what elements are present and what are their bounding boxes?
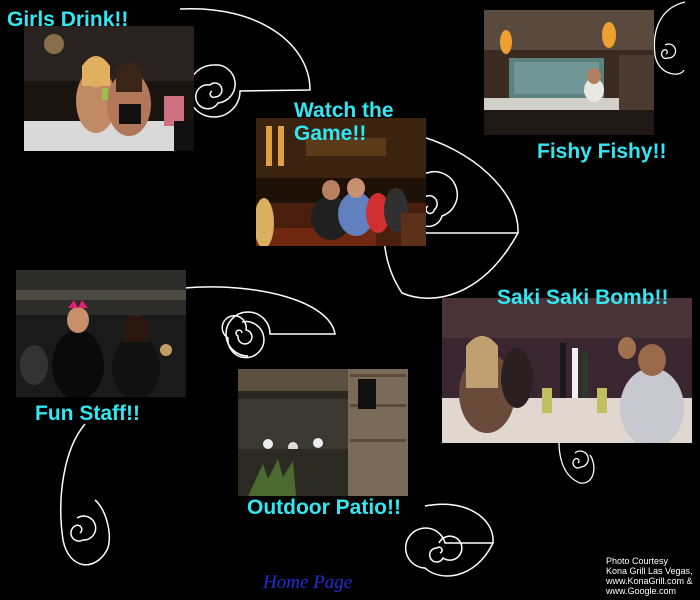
caption-fun-staff: Fun Staff!! [35,402,140,425]
photo-saki-saki-bomb [442,298,692,443]
nautilus-spiral-icon [405,503,494,577]
caption-saki-saki-bomb: Saki Saki Bomb!! [497,286,669,309]
photo-fishy-fishy [484,10,654,135]
caption-watch-the-game-line2: Game!! [294,122,367,145]
caption-girls-drink: Girls Drink!! [7,8,129,31]
photo-credit: Photo Courtesy Kona Grill Las Vegas, www… [606,556,693,596]
photo-fun-staff [16,270,186,397]
credit-line: www.Google.com [606,586,677,596]
home-page-link[interactable]: Home Page [263,572,352,594]
caption-fishy-fishy: Fishy Fishy!! [537,140,667,163]
page: Girls Drink!! Watch the Game!! Fishy Fis… [0,0,700,600]
photo-girls-drink [24,26,194,151]
credit-line: www.KonaGrill.com & [606,576,693,586]
nautilus-spiral-icon [183,286,336,359]
nautilus-spiral-icon [653,1,686,75]
credit-line: Photo Courtesy [606,556,669,566]
caption-outdoor-patio: Outdoor Patio!! [247,496,401,519]
caption-watch-the-game-line1: Watch the [294,99,394,122]
nautilus-spiral-icon [60,423,111,566]
photo-outdoor-patio [238,369,408,496]
credit-line: Kona Grill Las Vegas, [606,566,693,576]
